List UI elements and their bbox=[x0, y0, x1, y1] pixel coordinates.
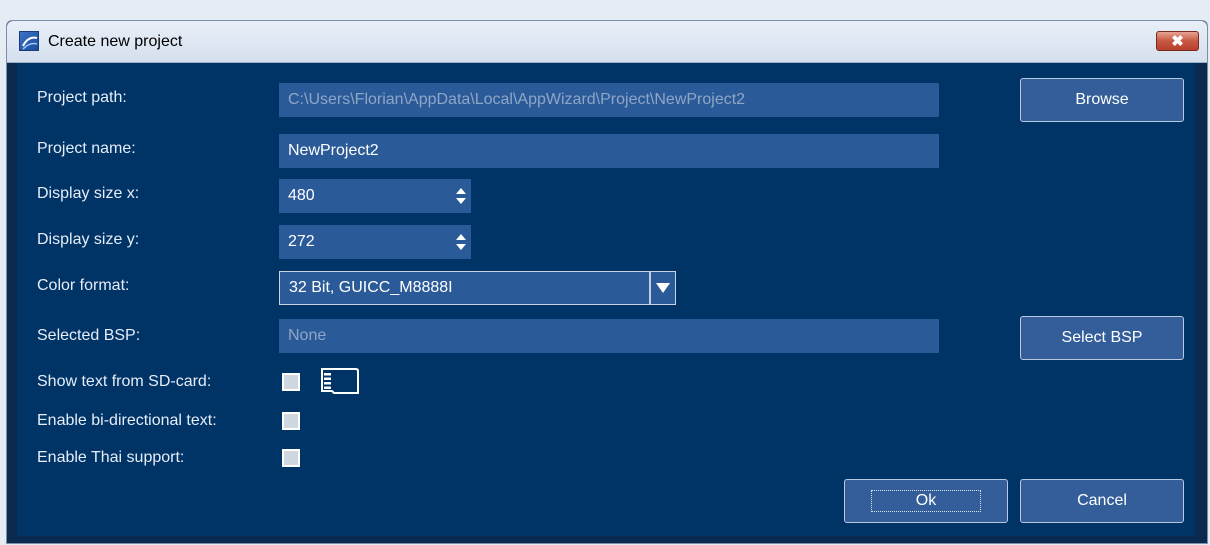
show-text-sd-label: Show text from SD-card: bbox=[37, 373, 212, 390]
create-project-dialog: Create new project ✖ Project path: C:\Us… bbox=[6, 20, 1208, 544]
project-name-value: NewProject2 bbox=[288, 142, 379, 159]
spin-arrows-icon[interactable] bbox=[456, 185, 466, 207]
browse-button[interactable]: Browse bbox=[1020, 78, 1184, 122]
window-title: Create new project bbox=[48, 33, 183, 50]
thai-support-checkbox[interactable] bbox=[282, 449, 300, 467]
select-bsp-button[interactable]: Select BSP bbox=[1020, 316, 1184, 360]
cancel-button[interactable]: Cancel bbox=[1020, 479, 1184, 523]
close-icon: ✖ bbox=[1171, 33, 1184, 50]
selected-bsp-value: None bbox=[288, 327, 327, 344]
color-format-dropdown[interactable]: 32 Bit, GUICC_M8888I bbox=[279, 271, 676, 305]
selected-bsp-label: Selected BSP: bbox=[37, 327, 141, 344]
color-format-label: Color format: bbox=[37, 277, 130, 294]
project-path-field: C:\Users\Florian\AppData\Local\AppWizard… bbox=[279, 83, 939, 117]
display-size-y-value: 272 bbox=[288, 233, 315, 250]
ok-button[interactable]: Ok bbox=[844, 479, 1008, 523]
selected-bsp-field: None bbox=[279, 319, 939, 353]
app-icon bbox=[19, 31, 39, 51]
spin-arrows-icon[interactable] bbox=[456, 231, 466, 253]
display-size-y-label: Display size y: bbox=[37, 231, 140, 248]
title-bar[interactable]: Create new project ✖ bbox=[7, 21, 1207, 63]
display-size-x-value: 480 bbox=[288, 187, 315, 204]
project-name-label: Project name: bbox=[37, 140, 136, 157]
bidi-text-checkbox[interactable] bbox=[282, 412, 300, 430]
sd-card-icon bbox=[321, 368, 359, 394]
select-bsp-button-label: Select BSP bbox=[1061, 329, 1143, 346]
color-format-value: 32 Bit, GUICC_M8888I bbox=[289, 279, 453, 296]
display-size-x-spinbox[interactable]: 480 bbox=[279, 179, 471, 213]
dropdown-button[interactable] bbox=[649, 272, 675, 304]
ok-button-label: Ok bbox=[870, 490, 982, 512]
close-button[interactable]: ✖ bbox=[1156, 31, 1199, 51]
show-text-sd-checkbox[interactable] bbox=[282, 373, 300, 391]
display-size-x-label: Display size x: bbox=[37, 185, 140, 202]
thai-support-label: Enable Thai support: bbox=[37, 449, 185, 466]
dialog-body: Project path: C:\Users\Florian\AppData\L… bbox=[17, 63, 1195, 536]
browse-button-label: Browse bbox=[1075, 91, 1129, 108]
project-name-input[interactable]: NewProject2 bbox=[279, 134, 939, 168]
project-path-label: Project path: bbox=[37, 89, 127, 106]
project-path-value: C:\Users\Florian\AppData\Local\AppWizard… bbox=[288, 91, 746, 108]
chevron-down-icon bbox=[656, 283, 670, 293]
display-size-y-spinbox[interactable]: 272 bbox=[279, 225, 471, 259]
cancel-button-label: Cancel bbox=[1077, 492, 1127, 509]
bidi-text-label: Enable bi-directional text: bbox=[37, 412, 217, 429]
